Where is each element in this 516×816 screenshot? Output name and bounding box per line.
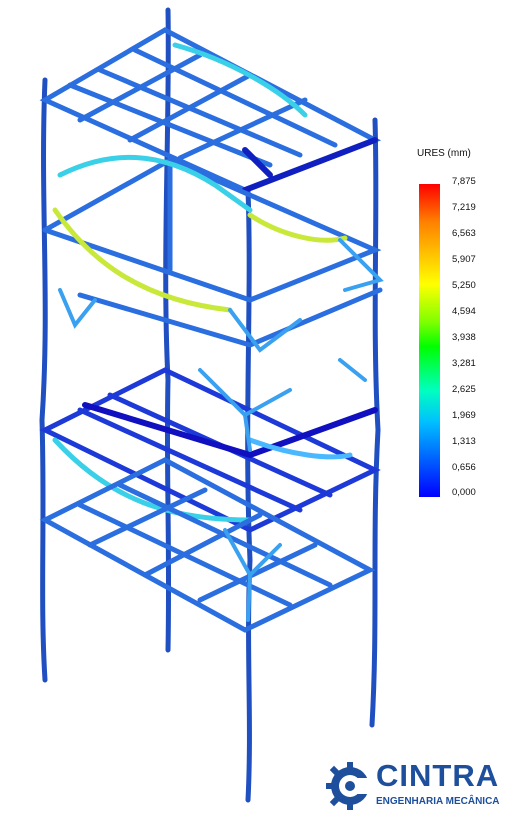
legend-tick: 0,656 xyxy=(452,462,476,473)
legend-tick: 5,907 xyxy=(452,254,476,265)
scaffold-model xyxy=(39,7,384,803)
color-scale-bar xyxy=(419,184,440,497)
legend-tick: 1,313 xyxy=(452,436,476,447)
legend-title: URES (mm) xyxy=(417,148,471,159)
legend-tick: 4,594 xyxy=(452,306,476,317)
legend-tick: 3,281 xyxy=(452,358,476,369)
legend-tick: 6,563 xyxy=(452,228,476,239)
level-2-curve-b xyxy=(247,212,348,243)
legend-tick: 5,250 xyxy=(452,280,476,291)
level-2-braces xyxy=(58,238,384,353)
brand-subtitle: ENGENHARIA MECÂNICA xyxy=(376,796,500,807)
legend-tick: 2,625 xyxy=(452,384,476,395)
legend-tick: 0,000 xyxy=(452,487,476,498)
legend-tick: 1,969 xyxy=(452,410,476,421)
level-4-frame xyxy=(39,457,376,633)
legend-tick: 7,875 xyxy=(452,176,476,187)
level-4-braces xyxy=(223,528,282,622)
legend-tick: 3,938 xyxy=(452,332,476,343)
level-3-frame xyxy=(39,367,381,533)
level-3-braces xyxy=(198,358,367,452)
brand-name: CINTRA xyxy=(376,758,500,793)
legend-tick: 7,219 xyxy=(452,202,476,213)
